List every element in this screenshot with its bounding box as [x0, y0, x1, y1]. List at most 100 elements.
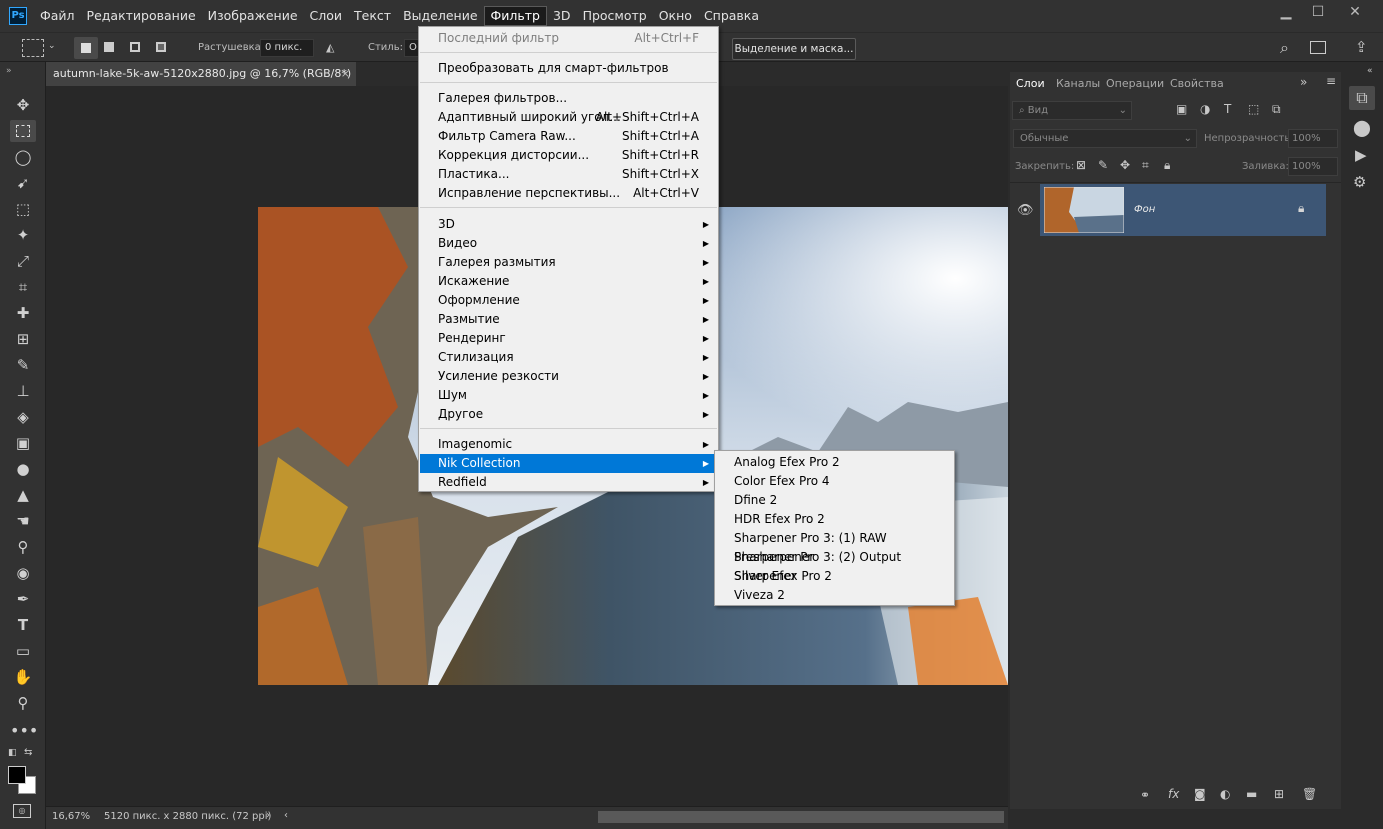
shape-filter-icon[interactable]: ⬚: [1248, 102, 1259, 116]
collapse-icon[interactable]: «: [1367, 66, 1373, 76]
menu-edit[interactable]: Редактирование: [81, 6, 202, 26]
menu-item-sharpener-raw[interactable]: Sharpener Pro 3: (1) RAW Presharpener: [716, 529, 953, 564]
search-icon[interactable]: ⌕: [1280, 38, 1289, 58]
lasso-tool-icon[interactable]: ◯: [10, 146, 36, 168]
feather-input[interactable]: 0 пикс.: [260, 39, 314, 57]
menu-layers[interactable]: Слои: [304, 6, 349, 26]
menu-item-filter-gallery[interactable]: Галерея фильтров...: [420, 89, 717, 108]
menu-item-analog-efex[interactable]: Analog Efex Pro 2: [716, 453, 953, 472]
menu-item-nik-collection[interactable]: Nik Collection ▶: [420, 454, 717, 473]
opacity-input[interactable]: 100%: [1288, 129, 1338, 148]
zoom-level[interactable]: 16,67%: [52, 811, 90, 822]
marquee-tool-icon[interactable]: [10, 120, 36, 142]
menu-select[interactable]: Выделение: [397, 6, 483, 26]
menu-help[interactable]: Справка: [698, 6, 765, 26]
lock-transparent-icon[interactable]: ⊠: [1076, 158, 1086, 172]
menu-item-lens-correction[interactable]: Коррекция дисторсии... Shift+Ctrl+R: [420, 146, 717, 165]
menu-item-sharpener-output[interactable]: Sharpener Pro 3: (2) Output Sharpener: [716, 548, 953, 583]
menu-item-noise[interactable]: Шум ▶: [420, 386, 717, 405]
pixel-filter-icon[interactable]: ▣: [1176, 102, 1187, 116]
photoshop-logo[interactable]: Ps: [9, 7, 27, 25]
swap-colors-icon[interactable]: ⇆: [24, 747, 32, 758]
channels-panel-icon[interactable]: ⬤: [1353, 118, 1371, 137]
menu-item-last-filter[interactable]: Последний фильтр Alt+Ctrl+F: [420, 29, 717, 48]
tab-actions[interactable]: Операции: [1106, 77, 1164, 90]
collapse-icon[interactable]: »: [6, 66, 12, 76]
new-selection-icon[interactable]: [74, 37, 98, 59]
menu-item-silver-efex[interactable]: Silver Efex Pro 2: [716, 567, 953, 586]
menu-item-render[interactable]: Рендеринг ▶: [420, 329, 717, 348]
adjustment-filter-icon[interactable]: ◑: [1200, 102, 1210, 116]
close-window-button[interactable]: ✕: [1345, 4, 1365, 24]
quick-selection-icon[interactable]: ➹: [10, 172, 36, 194]
menu-filter[interactable]: Фильтр: [483, 6, 547, 26]
menu-item-camera-raw[interactable]: Фильтр Camera Raw... Shift+Ctrl+A: [420, 127, 717, 146]
menu-item-liquify[interactable]: Пластика... Shift+Ctrl+X: [420, 165, 717, 184]
menu-item-vanishing-point[interactable]: Исправление перспективы... Alt+Ctrl+V: [420, 184, 717, 203]
hand-tool-icon[interactable]: ✋: [10, 666, 36, 688]
quick-mask-icon[interactable]: ◎: [13, 804, 31, 818]
dodge-tool-icon[interactable]: ⚲: [10, 536, 36, 558]
subtract-selection-icon[interactable]: [130, 42, 140, 52]
info-menu-arrow-icon[interactable]: ›: [266, 810, 270, 821]
menu-image[interactable]: Изображение: [202, 6, 304, 26]
menu-item-convert-smart[interactable]: Преобразовать для смарт-фильтров: [420, 59, 717, 78]
type-filter-icon[interactable]: T: [1224, 102, 1231, 116]
chevron-down-icon[interactable]: ⌄: [48, 41, 56, 51]
workspace-icon[interactable]: [1310, 41, 1326, 54]
new-layer-icon[interactable]: ⊞: [1274, 787, 1284, 801]
menu-3d[interactable]: 3D: [547, 6, 577, 26]
new-group-icon[interactable]: ▬: [1246, 787, 1257, 801]
tab-layers[interactable]: Слои: [1016, 77, 1045, 90]
gradient-tool-icon[interactable]: ▣: [10, 432, 36, 454]
lock-pixels-icon[interactable]: ✎: [1098, 158, 1108, 172]
document-tab[interactable]: autumn-lake-5k-aw-5120x2880.jpg @ 16,7% …: [46, 62, 356, 86]
menu-type[interactable]: Текст: [348, 6, 397, 26]
default-colors-icon[interactable]: ◧: [8, 748, 17, 758]
lock-all-icon[interactable]: 🔒︎: [1164, 158, 1170, 173]
sponge-tool-icon[interactable]: ◉: [10, 562, 36, 584]
link-layers-icon[interactable]: ⚭: [1140, 788, 1150, 802]
panel-menu-icon[interactable]: ≡: [1326, 74, 1336, 88]
object-selection-icon[interactable]: ⬚: [10, 198, 36, 220]
blend-mode-select[interactable]: Обычные ⌄: [1013, 129, 1197, 148]
share-icon[interactable]: ⇪: [1355, 38, 1368, 56]
menu-item-blur[interactable]: Размытие ▶: [420, 310, 717, 329]
fx-icon[interactable]: fx: [1168, 787, 1179, 801]
lock-position-icon[interactable]: ✥: [1120, 158, 1130, 172]
pen-tool-icon[interactable]: ✒: [10, 588, 36, 610]
intersect-selection-icon[interactable]: [156, 42, 166, 52]
maximize-button[interactable]: ☐: [1308, 4, 1328, 24]
crop-tool-icon[interactable]: ⌗: [10, 276, 36, 298]
more-tools-icon[interactable]: •••: [10, 720, 38, 742]
menu-item-color-efex[interactable]: Color Efex Pro 4: [716, 472, 953, 491]
delete-layer-icon[interactable]: 🗑︎: [1302, 787, 1317, 801]
properties-panel-icon[interactable]: ⚙: [1353, 173, 1366, 191]
anti-alias-icon[interactable]: ◭: [326, 41, 334, 54]
type-tool-icon[interactable]: T: [10, 614, 36, 636]
rectangle-tool-icon[interactable]: ▭: [10, 640, 36, 662]
eyedropper-icon[interactable]: ⤢: [10, 250, 36, 272]
layer-filter-select[interactable]: ⌕ Вид ⌄: [1012, 101, 1132, 120]
menu-item-blur-gallery[interactable]: Галерея размытия ▶: [420, 253, 717, 272]
menu-item-video[interactable]: Видео ▶: [420, 234, 717, 253]
menu-item-adaptive-wide-angle[interactable]: Адаптивный широкий угол... Alt+Shift+Ctrl…: [420, 108, 717, 127]
stamp-tool-icon[interactable]: ⊥: [10, 380, 36, 402]
visibility-eye-icon[interactable]: 👁︎: [1017, 203, 1034, 218]
scroll-left-icon[interactable]: ‹: [284, 810, 288, 821]
smart-object-filter-icon[interactable]: ⧉: [1272, 102, 1281, 117]
add-selection-icon[interactable]: [104, 42, 114, 52]
marquee-preset-icon[interactable]: [22, 39, 44, 57]
brush-tool-icon[interactable]: ✎: [10, 354, 36, 376]
adjustment-layer-icon[interactable]: ◐: [1220, 787, 1230, 801]
menu-item-distort[interactable]: Искажение ▶: [420, 272, 717, 291]
layer-row-background[interactable]: Фон 🔒︎: [1040, 184, 1326, 236]
magic-wand-icon[interactable]: ✦: [10, 224, 36, 246]
blur-tool-icon[interactable]: ●: [10, 458, 36, 480]
menu-item-dfine[interactable]: Dfine 2: [716, 491, 953, 510]
layer-name[interactable]: Фон: [1134, 204, 1155, 215]
minimize-button[interactable]: ▁: [1276, 4, 1296, 24]
healing-brush-icon[interactable]: ✚: [10, 302, 36, 324]
collapse-panels-icon[interactable]: »: [1300, 75, 1307, 89]
eraser-tool-icon[interactable]: ◈: [10, 406, 36, 428]
